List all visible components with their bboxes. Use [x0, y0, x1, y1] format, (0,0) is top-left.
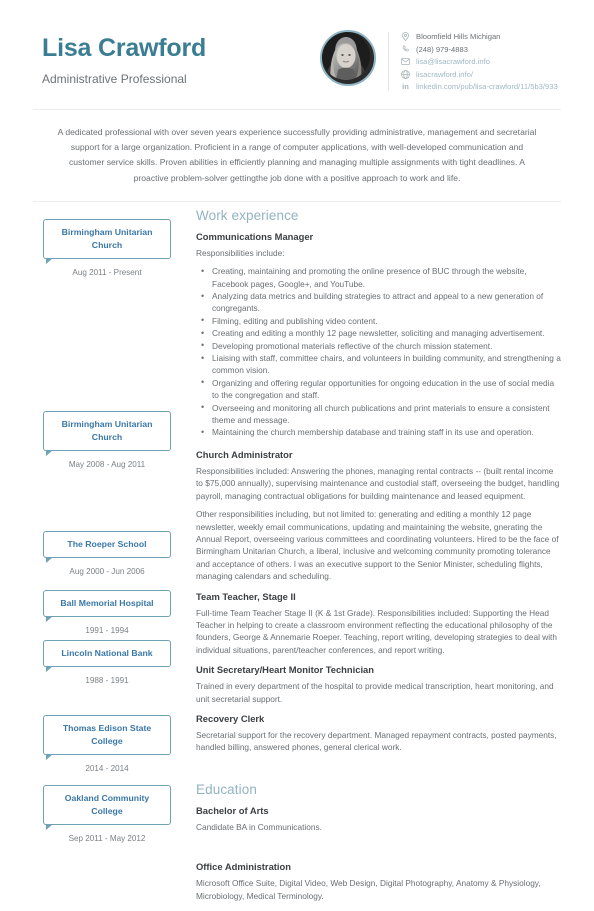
work-entry-paragraph: Secretarial support for the recovery dep…: [196, 729, 557, 753]
work-entry-paragraph: Trained in every department of the hospi…: [196, 681, 554, 704]
timeline-date: May 2008 - Aug 2011: [68, 459, 146, 469]
timeline-entry: The Roeper School Aug 2000 - Jun 2006: [43, 530, 171, 576]
phone-icon: [400, 45, 411, 53]
timeline-org: The Roeper School: [43, 530, 171, 563]
timeline-date: 1988 - 1991: [85, 675, 129, 685]
work-entry-title: Unit Secretary/Heart Monitor Technician: [196, 664, 374, 676]
education-entry-title: Bachelor of Arts: [196, 804, 269, 816]
contact-divider: [388, 32, 389, 91]
page-title: Lisa Crawford: [42, 34, 207, 62]
timeline-org: Ball Memorial Hospital: [43, 589, 171, 622]
work-entry-intro: Responsibilities include:: [196, 247, 285, 258]
education-spacer: [196, 842, 561, 860]
work-entry-title: Team Teacher, Stage II: [196, 590, 296, 602]
timeline-entry: Lincoln National Bank 1988 - 1991: [43, 639, 171, 685]
section-title-education: Education: [196, 781, 257, 797]
contact-phone: (248) 979-4883: [400, 44, 558, 56]
resume-body: Birmingham Unitarian Church Aug 2011 - P…: [0, 202, 594, 911]
content-column: Work experience Communications Manager R…: [175, 202, 561, 911]
contact-location-text: Bloomfield Hills Michigan: [416, 32, 501, 41]
timeline-org: Birmingham Unitarian Church: [43, 218, 171, 264]
education-entry-paragraph: Candidate BA in Communications.: [196, 821, 322, 832]
timeline-org: Lincoln National Bank: [43, 639, 171, 672]
globe-icon: [400, 70, 411, 79]
contact-list: Bloomfield Hills Michigan (248) 979-4883…: [400, 30, 558, 93]
contact-linkedin[interactable]: in linkedin.com/pub/lisa-crawford/11/5b3…: [400, 81, 558, 93]
list-item: Analyzing data metrics and building stra…: [201, 290, 561, 315]
portrait-photo-icon: [322, 32, 370, 80]
education-entry-paragraph: Microsoft Office Suite, Digital Video, W…: [196, 878, 541, 901]
list-item: Creating, maintaining and promoting the …: [201, 265, 561, 290]
timeline-date: Sep 2011 - May 2012: [68, 833, 146, 843]
location-pin-icon: [400, 32, 411, 42]
list-item: Overseeing and monitoring all church pub…: [201, 401, 561, 427]
envelope-icon: [400, 58, 411, 66]
contact-email-text: lisa@lisacrawford.info: [416, 57, 490, 67]
work-entry: Recovery Clerk Secretarial support for t…: [196, 712, 561, 754]
timeline-entry: Thomas Edison State College 2014 - 2014: [43, 714, 171, 773]
timeline-date: 2014 - 2014: [85, 763, 129, 773]
header-identity: Lisa Crawford Administrative Professiona…: [30, 28, 320, 86]
timeline-org: Thomas Edison State College: [43, 714, 171, 760]
timeline-date: 1991 - 1994: [85, 625, 129, 635]
contact-location: Bloomfield Hills Michigan: [400, 31, 558, 43]
job-title-subtitle: Administrative Professional: [42, 71, 187, 86]
work-entry-bullets: Creating, maintaining and promoting the …: [196, 265, 561, 439]
timeline-org: Oakland Community College: [43, 784, 171, 830]
work-entry-paragraph: Other responsibilities including, but no…: [196, 509, 559, 582]
work-entry: Communications Manager Responsibilities …: [196, 230, 561, 439]
contact-website[interactable]: lisacrawford.info/: [400, 69, 558, 81]
list-item: Creating and editing a monthly 12 page n…: [201, 327, 561, 340]
resume-page: Lisa Crawford Administrative Professiona…: [0, 0, 594, 901]
resume-header: Lisa Crawford Administrative Professiona…: [0, 0, 594, 93]
list-item: Developing promotional materials reflect…: [201, 339, 561, 352]
education-entry-title: Office Administration: [196, 861, 291, 873]
summary-text: A dedicated professional with over seven…: [57, 126, 537, 183]
list-item: Organizing and offering regular opportun…: [201, 376, 561, 402]
work-entry-paragraph: Full-time Team Teacher Stage II (K & 1st…: [196, 607, 557, 655]
work-entry-paragraph: Responsibilities included: Answering the…: [196, 465, 560, 501]
work-entry: Church Administrator Responsibilities in…: [196, 448, 561, 583]
timeline-entry: Birmingham Unitarian Church May 2008 - A…: [43, 410, 171, 469]
contact-phone-text: (248) 979-4883: [416, 44, 468, 54]
timeline-column: Birmingham Unitarian Church Aug 2011 - P…: [33, 202, 175, 911]
header-contact-area: Bloomfield Hills Michigan (248) 979-4883…: [320, 28, 564, 93]
timeline-entry: Birmingham Unitarian Church Aug 2011 - P…: [43, 218, 171, 277]
avatar: [320, 30, 376, 86]
timeline-date: Aug 2000 - Jun 2006: [69, 566, 145, 576]
summary-section: A dedicated professional with over seven…: [0, 110, 594, 201]
contact-linkedin-text: linkedin.com/pub/lisa-crawford/11/5b3/93…: [416, 82, 558, 92]
education-entry: Office Administration Microsoft Office S…: [196, 860, 561, 902]
contact-website-text: lisacrawford.info/: [416, 69, 473, 79]
section-title-work: Work experience: [196, 207, 299, 223]
list-item: Maintaining the church membership databa…: [201, 426, 561, 439]
education-entry: Bachelor of Arts Candidate BA in Communi…: [196, 804, 561, 833]
timeline-entry: Oakland Community College Sep 2011 - May…: [43, 784, 171, 843]
work-entry-title: Recovery Clerk: [196, 712, 265, 724]
work-entry-title: Communications Manager: [196, 230, 314, 242]
work-entry: Unit Secretary/Heart Monitor Technician …: [196, 663, 561, 705]
contact-email[interactable]: lisa@lisacrawford.info: [400, 56, 558, 68]
timeline-date: Aug 2011 - Present: [72, 267, 142, 277]
timeline-org: Birmingham Unitarian Church: [43, 410, 171, 456]
linkedin-icon: in: [402, 82, 409, 92]
timeline-entry: Ball Memorial Hospital 1991 - 1994: [43, 589, 171, 635]
list-item: Liaising with staff, committee chairs, a…: [201, 352, 561, 377]
list-item: Filming, editing and publishing video co…: [201, 314, 561, 327]
work-entry: Team Teacher, Stage II Full-time Team Te…: [196, 590, 561, 657]
work-entry-title: Church Administrator: [196, 448, 293, 460]
